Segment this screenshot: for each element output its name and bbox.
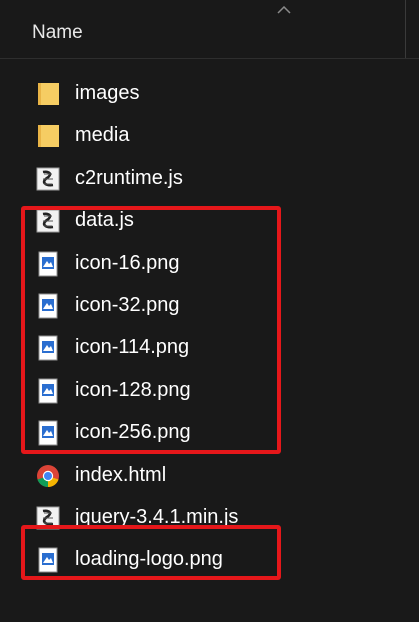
file-name: c2runtime.js xyxy=(75,166,183,189)
column-divider[interactable] xyxy=(405,0,406,58)
file-name: images xyxy=(75,82,140,104)
script-file-icon xyxy=(36,167,60,191)
sort-ascending-icon[interactable] xyxy=(277,6,291,14)
folder-icon xyxy=(38,125,59,148)
highlight-box-icons xyxy=(21,206,281,454)
file-name: index.html xyxy=(75,463,167,486)
column-header-name[interactable]: Name xyxy=(32,22,83,44)
list-item-media[interactable]: media xyxy=(0,114,419,156)
column-header: Name xyxy=(0,0,419,59)
list-item-index-html[interactable]: index.html xyxy=(0,454,419,496)
file-name: media xyxy=(75,124,130,147)
folder-icon xyxy=(38,83,59,105)
chrome-html-icon xyxy=(37,464,59,487)
highlight-box-loading-logo xyxy=(21,525,281,580)
list-item-images[interactable]: images xyxy=(0,72,419,114)
list-item-c2runtime[interactable]: c2runtime.js xyxy=(0,157,419,199)
